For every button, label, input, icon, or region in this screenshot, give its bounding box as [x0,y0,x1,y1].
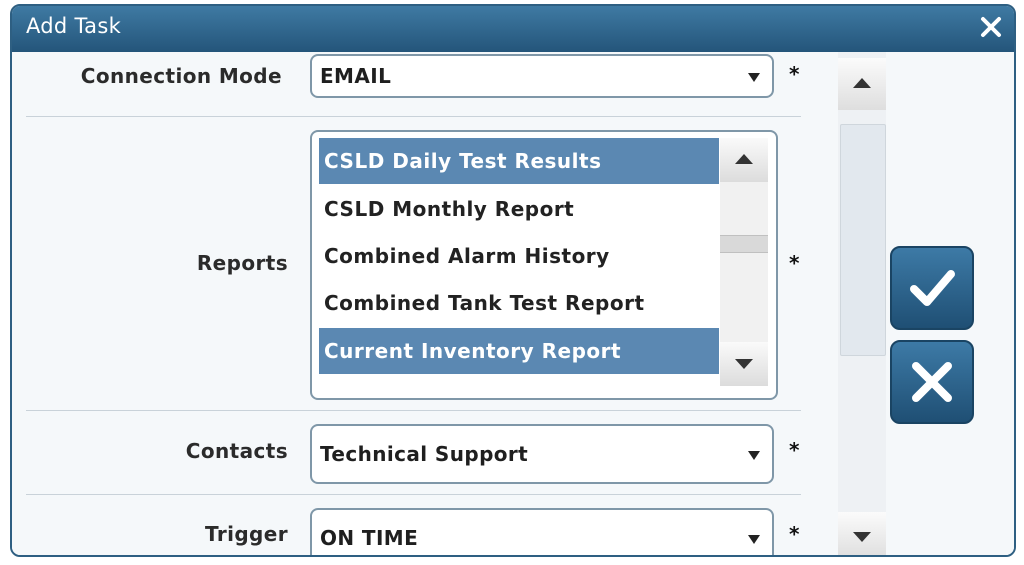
form-scrollbar[interactable] [838,52,886,555]
triangle-down-icon [853,532,871,542]
close-icon[interactable] [978,14,1004,40]
list-item[interactable]: Combined Tank Test Report [319,280,719,326]
list-item[interactable]: CSLD Daily Test Results [319,138,719,184]
required-marker: * [789,251,800,275]
required-marker: * [789,522,800,546]
scroll-down-button[interactable] [720,342,768,386]
reports-label: Reports [196,251,288,275]
contacts-value: Technical Support [320,442,529,466]
confirm-button[interactable] [890,246,974,330]
x-icon [912,362,952,402]
connection-mode-dropdown[interactable]: EMAIL [310,54,774,98]
scroll-down-button[interactable] [838,512,886,555]
reports-listbox[interactable]: CSLD Daily Test Results CSLD Monthly Rep… [310,130,778,400]
chevron-down-icon [748,535,760,544]
trigger-value: ON TIME [320,526,419,550]
triangle-down-icon [735,359,753,369]
chevron-down-icon [748,73,760,82]
triangle-up-icon [853,78,871,88]
dialog-title: Add Task [26,14,122,38]
scroll-thumb[interactable] [840,124,886,356]
contacts-label: Contacts [185,439,288,463]
trigger-dropdown[interactable]: ON TIME [310,508,774,555]
cancel-button[interactable] [890,340,974,424]
scroll-up-button[interactable] [838,58,886,110]
checkmark-icon [910,270,955,306]
separator [26,116,801,117]
required-marker: * [789,438,800,462]
required-marker: * [789,62,800,86]
add-task-dialog: Add Task Connection Mode EMAIL * Reports… [10,4,1016,557]
contacts-dropdown[interactable]: Technical Support [310,424,774,484]
dialog-content: Connection Mode EMAIL * Reports CSLD Dai… [12,52,1014,555]
dialog-titlebar: Add Task [12,6,1014,52]
list-item[interactable]: Current Inventory Report [319,328,719,374]
list-item[interactable]: CSLD Monthly Report [319,186,719,232]
reports-scrollbar[interactable] [720,138,768,386]
scroll-thumb[interactable] [720,235,768,253]
separator [26,494,801,495]
connection-mode-value: EMAIL [320,64,392,88]
separator [26,410,801,411]
chevron-down-icon [748,451,760,460]
trigger-label: Trigger [204,522,288,546]
scroll-up-button[interactable] [720,138,768,182]
connection-mode-label: Connection Mode [80,64,282,88]
list-item[interactable]: Combined Alarm History [319,233,719,279]
triangle-up-icon [735,154,753,164]
